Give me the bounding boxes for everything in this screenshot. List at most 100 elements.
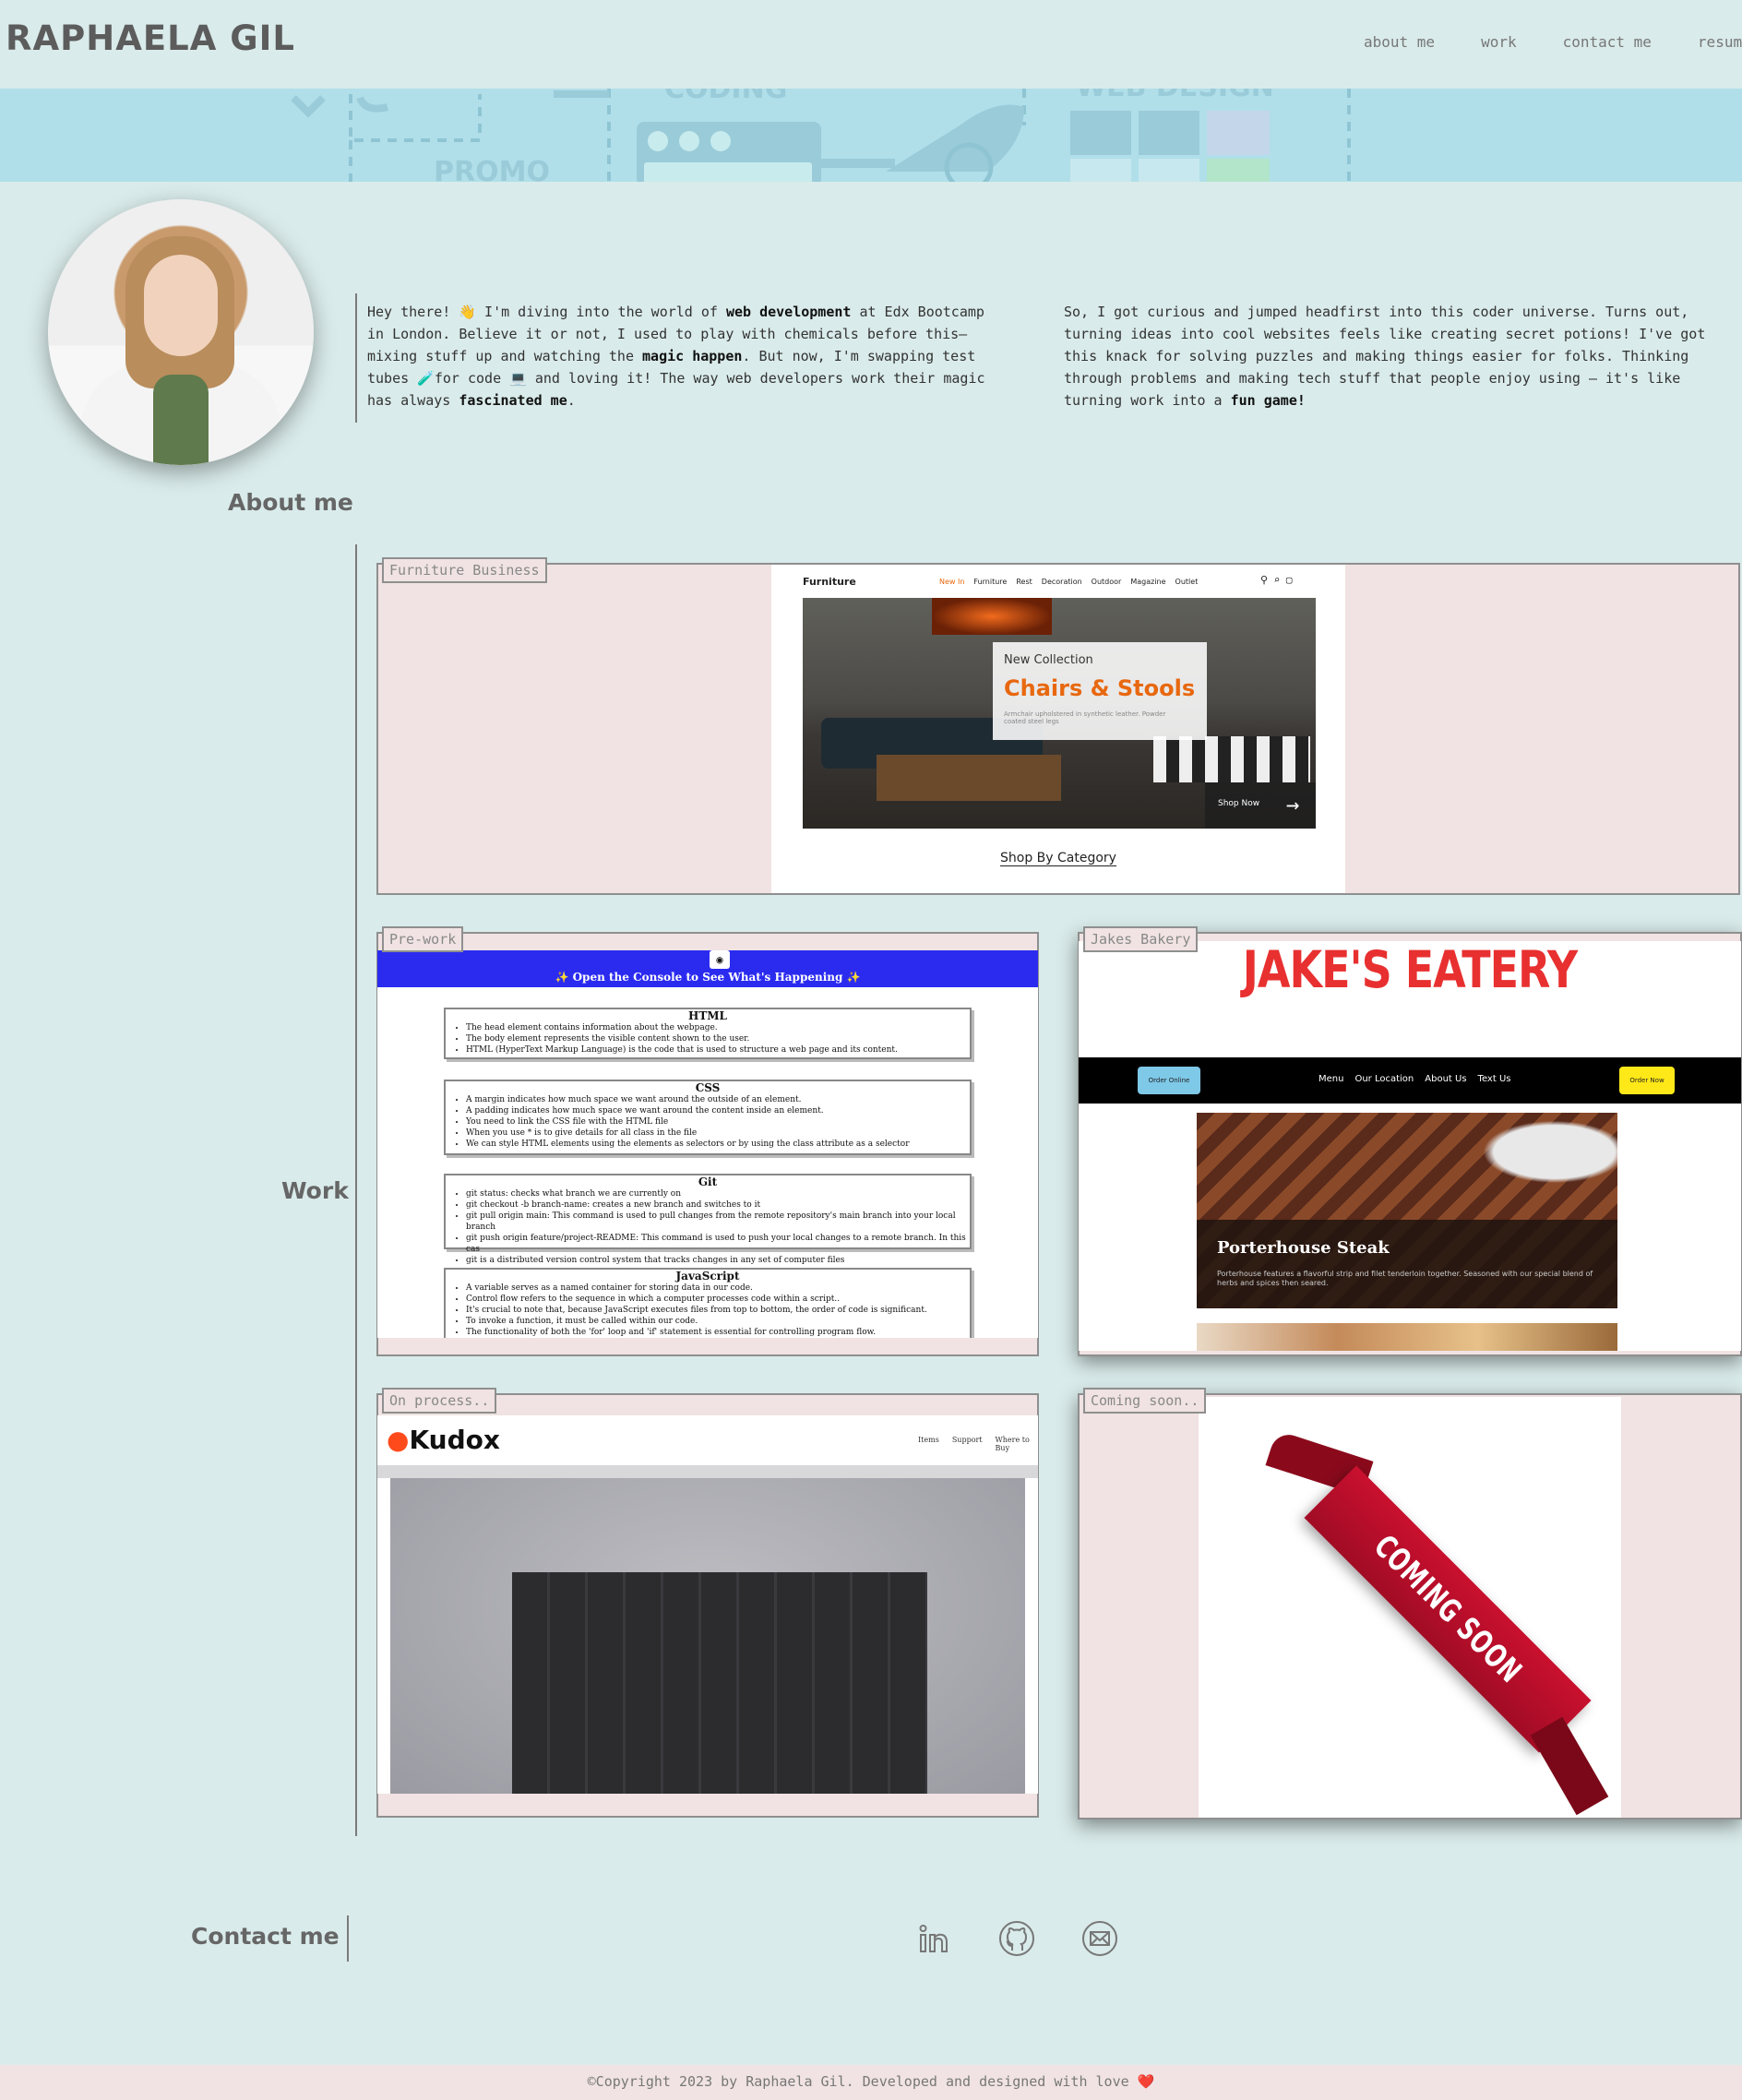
- kudox-preview[interactable]: ●Kudox Items Support Where to Buy: [377, 1415, 1038, 1794]
- prework-list-item: A variable serves as a named container f…: [466, 1283, 970, 1294]
- furniture-menu-item: Outlet: [1175, 578, 1199, 586]
- prework-list-item: It's crucial to note that, because JavaS…: [466, 1305, 970, 1316]
- kudox-nav-item: Support: [951, 1436, 983, 1444]
- furniture-menu: New In Furniture Rest Decoration Outdoor…: [939, 578, 1198, 586]
- prework-section-javascript: JavaScriptA variable serves as a named c…: [444, 1268, 972, 1338]
- work-heading: Work: [281, 1177, 349, 1204]
- about-me-heading: About me: [228, 489, 353, 516]
- prework-section-title: JavaScript: [675, 1270, 740, 1283]
- jakes-link: Text Us: [1477, 1074, 1511, 1084]
- radiator-image: [512, 1572, 927, 1794]
- jakes-dish-desc: Porterhouse features a flavorful strip a…: [1217, 1270, 1593, 1287]
- hero-banner: CODING PROMO WEB DESIGN: [0, 89, 1742, 182]
- jakes-link: About Us: [1425, 1074, 1467, 1084]
- profile-photo: [48, 199, 314, 465]
- linkedin-icon[interactable]: [914, 1919, 953, 1958]
- furniture-menu-item: Decoration: [1041, 578, 1082, 586]
- furniture-shop-button: Shop Now →: [1205, 782, 1316, 829]
- furniture-shop-label: Shop Now: [1218, 799, 1260, 808]
- site-logo[interactable]: RAPHAELA GIL: [6, 18, 295, 58]
- prework-list-item: git pull origin main: This command is us…: [466, 1211, 970, 1233]
- prework-section-list: The head element contains information ab…: [446, 1022, 970, 1056]
- coming-soon-preview: COMING SOON: [1199, 1397, 1621, 1818]
- furniture-desc: Armchair upholstered in synthetic leathe…: [1004, 710, 1166, 725]
- furniture-preview[interactable]: Furniture New In Furniture Rest Decorati…: [771, 565, 1345, 893]
- arrow-right-icon: →: [1286, 792, 1300, 817]
- about-text-run: .: [567, 392, 576, 409]
- prework-section-html: HTMLThe head element contains informatio…: [444, 1008, 972, 1059]
- kudox-nav-item: Where to Buy: [995, 1436, 1030, 1452]
- project-tag-furniture: Furniture Business: [382, 557, 547, 583]
- prework-list-item: git status: checks what branch we are cu…: [466, 1188, 970, 1199]
- prework-list-item: A margin indicates how much space we wan…: [466, 1094, 970, 1105]
- jakes-dish-overlay: Porterhouse Steak Porterhouse features a…: [1197, 1220, 1617, 1308]
- furniture-headline: Chairs & Stools: [1004, 675, 1196, 701]
- kudox-logo-icon: ●: [387, 1425, 410, 1455]
- prework-section-title: CSS: [695, 1081, 721, 1094]
- prework-list-item: The body element represents the visible …: [466, 1033, 970, 1044]
- contact-me-heading: Contact me: [191, 1923, 340, 1950]
- prework-section-list: A margin indicates how much space we wan…: [446, 1094, 970, 1150]
- site-header: RAPHAELA GIL about me work contact me re…: [0, 0, 1742, 89]
- project-tag-coming-soon: Coming soon..: [1083, 1388, 1207, 1414]
- prework-section-title: HTML: [688, 1009, 727, 1022]
- prework-list-item: git push origin feature/project-README: …: [466, 1233, 970, 1255]
- prework-preview[interactable]: ◉ ✨ Open the Console to See What's Happe…: [377, 950, 1038, 1338]
- furniture-menu-item: Furniture: [973, 578, 1008, 586]
- kudox-nav: Items Support Where to Buy: [918, 1436, 1038, 1452]
- furniture-menu-item: Outdoor: [1091, 578, 1122, 586]
- jakes-navbar: Order Online Menu Our Location About Us …: [1079, 1057, 1741, 1104]
- jakes-order-now: Order Now: [1619, 1067, 1675, 1094]
- about-emphasis: fun game!: [1230, 392, 1306, 409]
- project-tag-kudox: On process..: [382, 1388, 497, 1414]
- prework-section-css: CSSA margin indicates how much space we …: [444, 1080, 972, 1155]
- jakes-dish-image: Porterhouse Steak Porterhouse features a…: [1197, 1113, 1617, 1308]
- about-paragraph-1: Hey there! 👋 I'm diving into the world o…: [367, 301, 985, 412]
- main-nav: about me work contact me resume: [1364, 33, 1742, 51]
- prework-section-list: A variable serves as a named container f…: [446, 1283, 970, 1338]
- prework-list-item: git is a distributed version control sys…: [466, 1255, 970, 1266]
- kudox-nav-item: Items: [918, 1436, 939, 1444]
- furniture-category-heading: Shop By Category: [1000, 851, 1116, 866]
- jakes-dish-title: Porterhouse Steak: [1217, 1238, 1390, 1258]
- about-emphasis: magic happen: [642, 348, 743, 364]
- jakes-preview[interactable]: JAKE'S EATERY Order Online Menu Our Loca…: [1079, 941, 1741, 1351]
- about-divider: [355, 293, 357, 423]
- github-icon[interactable]: [997, 1919, 1036, 1958]
- contact-divider: [347, 1915, 349, 1962]
- about-text-run: So, I got curious and jumped headfirst i…: [1064, 304, 1706, 409]
- prework-list-item: HTML (HyperText Markup Language) is the …: [466, 1044, 970, 1056]
- prework-list-item: A padding indicates how much space we wa…: [466, 1105, 970, 1116]
- prework-section-title: Git: [698, 1175, 718, 1188]
- work-divider: [355, 544, 357, 1836]
- prework-list-item: The functionality of both the 'for' loop…: [466, 1327, 970, 1338]
- kudox-hero-image: [390, 1478, 1025, 1794]
- furniture-menu-item: Magazine: [1130, 578, 1166, 586]
- about-emphasis: fascinated me: [459, 392, 567, 409]
- prework-list-item: git checkout -b branch-name: creates a n…: [466, 1199, 970, 1211]
- coming-soon-ribbon: COMING SOON: [1304, 1465, 1592, 1753]
- prework-section-git: Gitgit status: checks what branch we are…: [444, 1174, 972, 1265]
- banner-illustration: CODING PROMO WEB DESIGN: [291, 89, 1351, 182]
- nav-contact-me[interactable]: contact me: [1563, 33, 1652, 51]
- banner-word-coding: CODING: [664, 89, 787, 105]
- furniture-menu-item: New In: [939, 578, 965, 586]
- email-icon[interactable]: [1080, 1919, 1119, 1958]
- kudox-logo: ●Kudox: [387, 1425, 500, 1455]
- site-footer: ©Copyright 2023 by Raphaela Gil. Develop…: [0, 2065, 1742, 2100]
- furniture-brand: Furniture: [803, 576, 856, 588]
- project-tag-jakes: Jakes Bakery: [1083, 926, 1199, 952]
- nav-work[interactable]: work: [1481, 33, 1517, 51]
- about-paragraph-2: So, I got curious and jumped headfirst i…: [1064, 301, 1705, 412]
- prework-banner-text: ✨ Open the Console to See What's Happeni…: [555, 971, 861, 984]
- prework-banner: ◉ ✨ Open the Console to See What's Happe…: [377, 950, 1038, 987]
- about-emphasis: web development: [725, 304, 852, 320]
- banner-word-promo: PROMO: [434, 156, 550, 182]
- jakes-links: Menu Our Location About Us Text Us: [1318, 1074, 1510, 1084]
- jakes-link: Menu: [1318, 1074, 1344, 1084]
- prework-list-item: To invoke a function, it must be called …: [466, 1316, 970, 1327]
- prework-list-item: When you use * is to give details for al…: [466, 1128, 970, 1139]
- furniture-menu-item: Rest: [1016, 578, 1032, 586]
- nav-resume[interactable]: resume: [1698, 33, 1742, 51]
- nav-about-me[interactable]: about me: [1364, 33, 1435, 51]
